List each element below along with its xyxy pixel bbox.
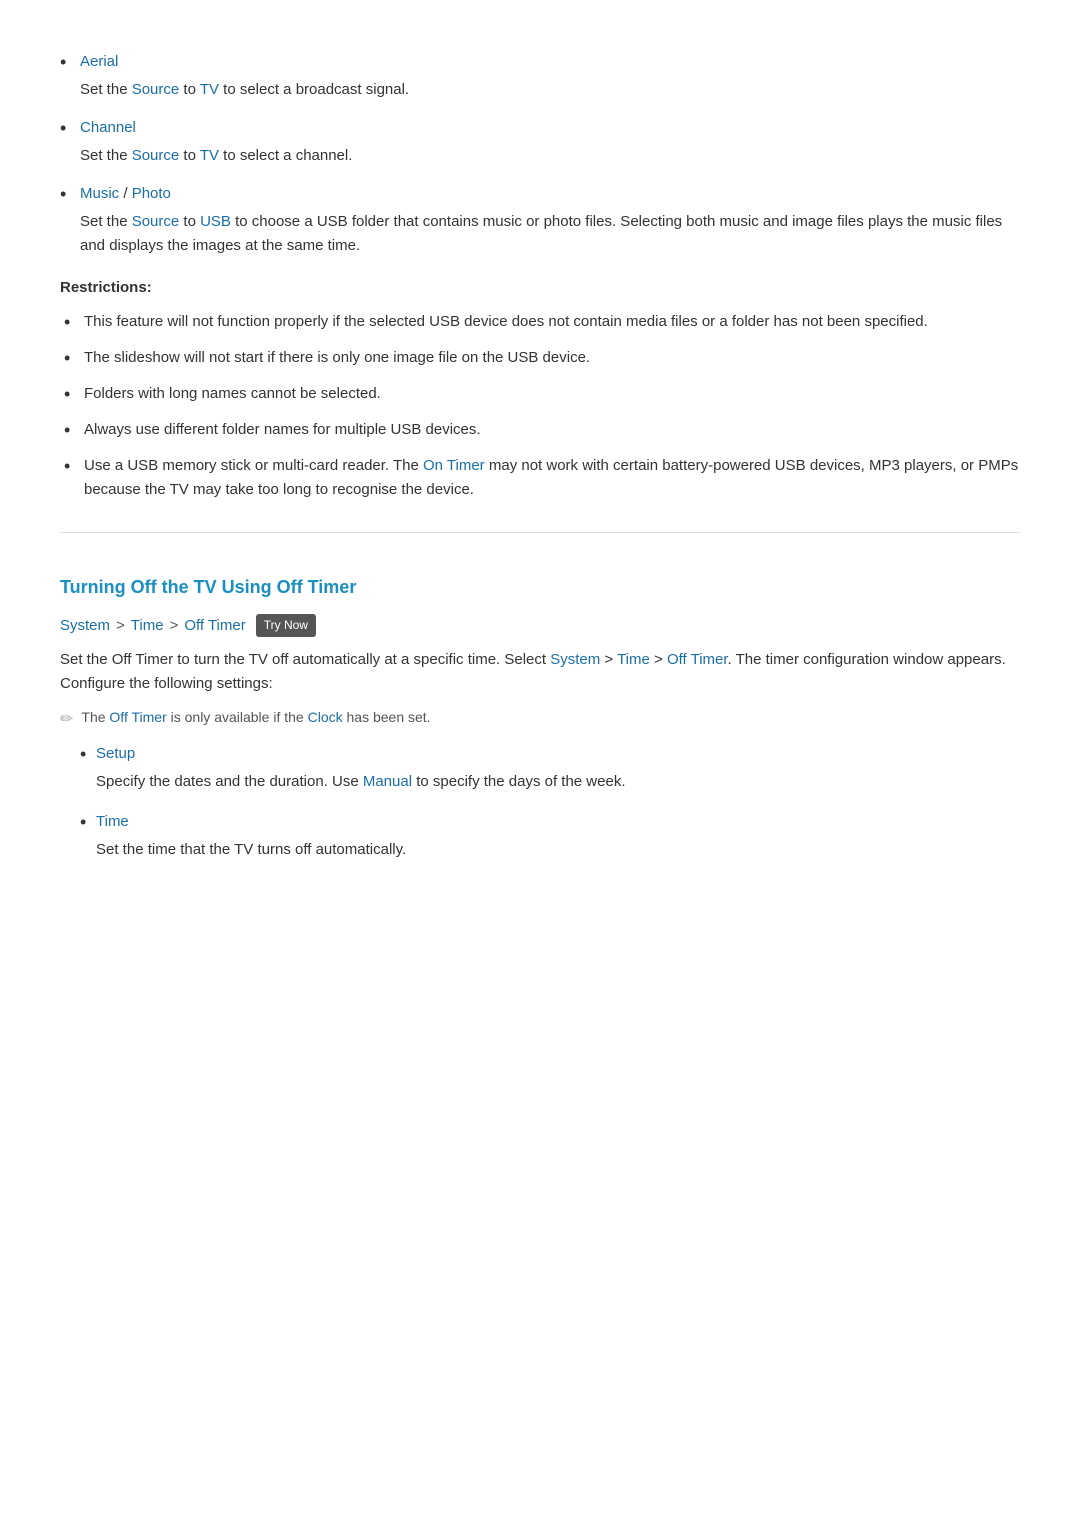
off-timer-note-link: Off Timer	[109, 709, 166, 725]
time-link-intro: Time	[617, 651, 650, 668]
setup-label: Setup	[96, 745, 135, 762]
restriction-item-5: Use a USB memory stick or multi-card rea…	[60, 454, 1020, 502]
restriction-list: This feature will not function properly …	[60, 310, 1020, 502]
channel-label: Channel	[80, 119, 136, 136]
music-photo-label: Music / Photo	[80, 185, 171, 202]
restriction-item-4: Always use different folder names for mu…	[60, 418, 1020, 442]
top-bullet-list: Aerial Set the Source to TV to select a …	[60, 50, 1020, 258]
music-link: Music	[80, 185, 119, 202]
tv-link-aerial: TV	[200, 81, 219, 98]
on-timer-link: On Timer	[423, 457, 485, 474]
setup-desc: Specify the dates and the duration. Use …	[96, 770, 626, 794]
list-item-aerial: Aerial Set the Source to TV to select a …	[60, 50, 1020, 102]
sub-bullet-list: Setup Specify the dates and the duration…	[60, 742, 1020, 862]
photo-link: Photo	[132, 185, 171, 202]
source-link-aerial: Source	[132, 81, 180, 98]
aerial-desc: Set the Source to TV to select a broadca…	[80, 78, 1020, 102]
pencil-icon: ✏	[60, 707, 73, 733]
clock-note-link: Clock	[308, 709, 343, 725]
breadcrumb-system: System	[60, 614, 110, 638]
list-item-music-photo: Music / Photo Set the Source to USB to c…	[60, 182, 1020, 258]
restriction-item-1: This feature will not function properly …	[60, 310, 1020, 334]
breadcrumb-time: Time	[131, 614, 164, 638]
list-item-time: Time Set the time that the TV turns off …	[80, 810, 1020, 862]
music-photo-desc: Set the Source to USB to choose a USB fo…	[80, 210, 1020, 258]
system-link-intro: System	[550, 651, 600, 668]
try-now-badge[interactable]: Try Now	[256, 614, 316, 637]
tv-link-channel: TV	[200, 147, 219, 164]
channel-desc: Set the Source to TV to select a channel…	[80, 144, 1020, 168]
section-title: Turning Off the TV Using Off Timer	[60, 573, 1020, 602]
chevron-1: >	[116, 614, 125, 638]
restriction-item-2: The slideshow will not start if there is…	[60, 346, 1020, 370]
list-item-setup: Setup Specify the dates and the duration…	[80, 742, 1020, 794]
usb-link: USB	[200, 213, 231, 230]
list-item-channel: Channel Set the Source to TV to select a…	[60, 116, 1020, 168]
intro-paragraph: Set the Off Timer to turn the TV off aut…	[60, 648, 1020, 696]
note-line: ✏ The Off Timer is only available if the…	[60, 706, 1020, 733]
time-label: Time	[96, 813, 129, 830]
section-divider	[60, 532, 1020, 533]
manual-link: Manual	[363, 773, 412, 790]
chevron-2: >	[170, 614, 179, 638]
source-link-usb: Source	[132, 213, 180, 230]
aerial-label: Aerial	[80, 53, 118, 70]
restriction-item-3: Folders with long names cannot be select…	[60, 382, 1020, 406]
off-timer-link-intro: Off Timer	[667, 651, 728, 668]
restrictions-heading: Restrictions:	[60, 276, 1020, 300]
breadcrumb: System > Time > Off Timer Try Now	[60, 614, 1020, 638]
note-text: The Off Timer is only available if the C…	[81, 706, 430, 728]
breadcrumb-off-timer: Off Timer	[184, 614, 245, 638]
source-link-channel: Source	[132, 147, 180, 164]
time-desc: Set the time that the TV turns off autom…	[96, 838, 406, 862]
